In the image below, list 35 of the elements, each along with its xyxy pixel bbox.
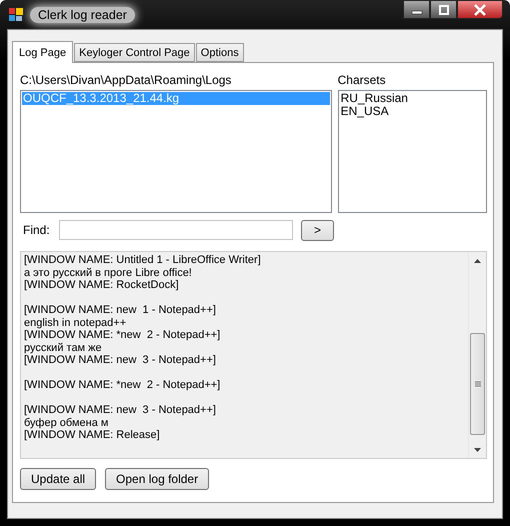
log-line: [WINDOW NAME: Untitled 1 - LibreOffice Writer] bbox=[24, 254, 261, 266]
log-line: [WINDOW NAME: RocketDock] bbox=[24, 279, 179, 291]
folder-path-label: C:\Users\Divan\AppData\Roaming\Logs bbox=[20, 73, 232, 89]
close-icon bbox=[473, 4, 487, 16]
minimize-button[interactable] bbox=[403, 0, 430, 19]
log-line: [WINDOW NAME: *new 2 - Notepad++] bbox=[24, 379, 220, 391]
find-label: Find: bbox=[22, 223, 51, 237]
log-line: а это русский в проге Libre office! bbox=[24, 266, 192, 278]
close-button[interactable] bbox=[457, 0, 503, 19]
log-line: english in notepad++ bbox=[24, 316, 126, 328]
scrollbar-thumb[interactable] bbox=[470, 333, 485, 435]
action-button[interactable]: Update all bbox=[20, 468, 96, 490]
log-line: буфер обмена м bbox=[24, 416, 108, 428]
log-line: [WINDOW NAME: new 1 - Notepad++] bbox=[24, 304, 216, 316]
list-item[interactable]: EN_USA bbox=[340, 105, 485, 118]
action-button[interactable]: Open log folder bbox=[105, 468, 210, 490]
vertical-scrollbar[interactable] bbox=[468, 252, 486, 458]
charsets-label: Charsets bbox=[338, 73, 387, 89]
log-line: [WINDOW NAME: new 3 - Notepad++] bbox=[24, 354, 216, 366]
log-line: [WINDOW NAME: new 3 - Notepad++] bbox=[24, 404, 216, 416]
log-line: [WINDOW NAME: *new 2 - Notepad++] bbox=[24, 329, 220, 341]
maximize-icon bbox=[438, 4, 450, 14]
log-line: [WINDOW NAME: Release] bbox=[24, 429, 160, 441]
log-text-area[interactable] bbox=[20, 251, 487, 459]
maximize-button[interactable] bbox=[430, 0, 457, 19]
list-item[interactable]: RU_Russian bbox=[340, 92, 485, 105]
window-title: Clerk log reader bbox=[30, 6, 135, 22]
app-icon bbox=[8, 6, 24, 22]
log-line: русский там же bbox=[24, 342, 102, 354]
find-next-button[interactable]: > bbox=[301, 220, 334, 240]
charset-list[interactable]: RU_Russian EN_USA bbox=[338, 90, 487, 213]
tab[interactable]: Options bbox=[196, 43, 244, 62]
tab[interactable]: Keyloger Control Page bbox=[74, 43, 195, 62]
find-field[interactable] bbox=[59, 220, 293, 240]
tab[interactable]: Log Page bbox=[12, 41, 74, 63]
